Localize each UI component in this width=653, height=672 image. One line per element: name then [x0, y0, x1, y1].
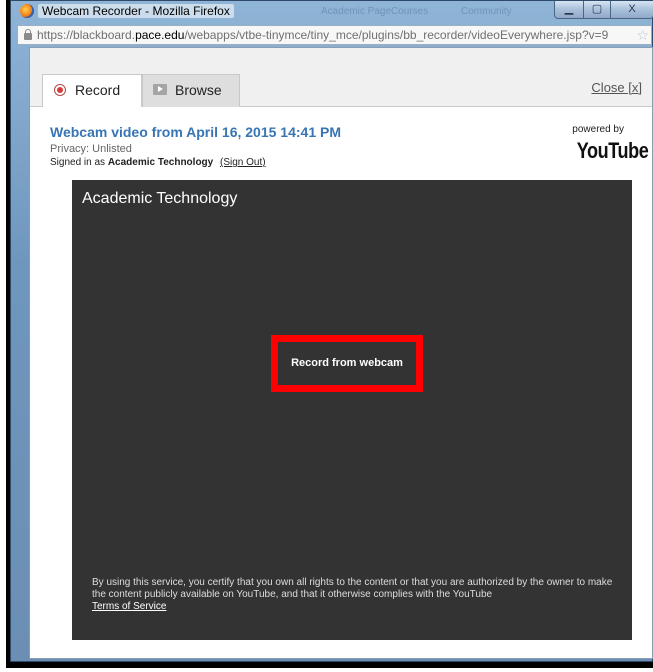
close-window-button[interactable]: X	[610, 1, 653, 19]
tab-bar: Record Browse Close [x]	[30, 48, 652, 107]
terms-text: By using this service, you certify that …	[92, 577, 613, 600]
url-prefix: https://blackboard.	[37, 28, 136, 42]
url-path: /webapps/vtbe-tinymce/tiny_mce/plugins/b…	[184, 28, 609, 42]
tab-record[interactable]: Record	[42, 74, 142, 107]
sign-out-link[interactable]: (Sign Out)	[220, 157, 266, 168]
address-bar[interactable]: https://blackboard.pace.edu/webapps/vtbe…	[17, 25, 652, 45]
lock-icon	[24, 29, 32, 40]
background-tab: Community	[461, 6, 512, 17]
title-bar: Webcam Recorder - Mozilla Firefox Academ…	[11, 1, 653, 23]
tab-record-label: Record	[75, 82, 121, 98]
powered-by-label: powered by	[572, 124, 624, 135]
channel-name: Academic Technology	[82, 190, 238, 207]
close-link[interactable]: Close [x]	[591, 80, 642, 95]
firefox-icon	[20, 4, 34, 18]
bookmark-star-icon[interactable]: ☆	[636, 26, 649, 44]
record-from-webcam-button[interactable]: Record from webcam	[271, 335, 423, 392]
video-title: Webcam video from April 16, 2015 14:41 P…	[50, 124, 342, 140]
browser-window: Webcam Recorder - Mozilla Firefox Academ…	[10, 0, 653, 662]
recorder-panel: Record Browse Close [x] Webcam video fro…	[29, 47, 653, 659]
tab-browse-label: Browse	[175, 82, 222, 98]
minimize-button[interactable]: ▁	[554, 1, 584, 19]
privacy-status: Privacy: Unlisted	[50, 143, 132, 155]
terms-of-service-link[interactable]: Terms of Service	[92, 601, 166, 612]
url-domain: pace.edu	[135, 28, 185, 42]
terms-notice: By using this service, you certify that …	[92, 577, 622, 613]
tab-browse[interactable]: Browse	[142, 74, 240, 107]
signed-in-line: Signed in as Academic Technology (Sign O…	[50, 157, 266, 168]
webcam-icon	[54, 84, 66, 96]
signed-in-user: Academic Technology	[107, 157, 214, 168]
window-title: Webcam Recorder - Mozilla Firefox	[38, 4, 234, 18]
video-icon	[153, 84, 167, 95]
webcam-player: Academic Technology Record from webcam B…	[72, 180, 632, 640]
youtube-logo: YouTube	[576, 138, 648, 163]
signed-in-prefix: Signed in as	[50, 157, 106, 168]
background-tab: Courses	[391, 6, 429, 17]
maximize-button[interactable]: ▢	[583, 1, 611, 19]
